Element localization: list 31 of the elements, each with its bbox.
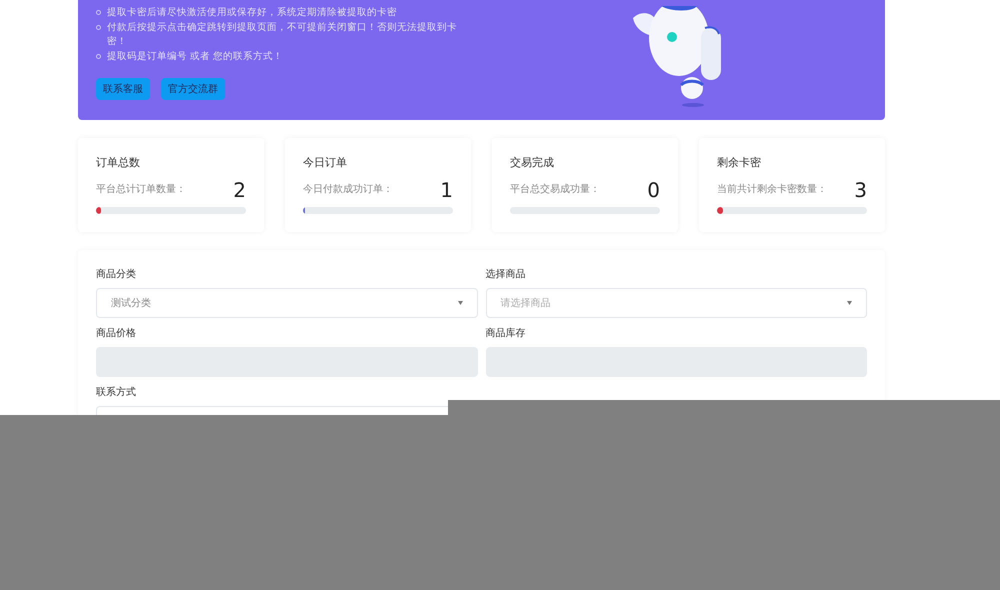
stat-value: 1 — [440, 178, 453, 202]
stat-value: 3 — [854, 178, 867, 202]
stat-value: 2 — [233, 178, 246, 202]
field-label: 选择商品 — [486, 268, 526, 282]
stat-title: 剩余卡密 — [717, 155, 762, 171]
select-field[interactable]: 请选择商品 — [486, 288, 867, 318]
field-label: 商品分类 — [96, 268, 137, 282]
notice-text: 提取码是订单编号 或者 您的联系方式！ — [107, 50, 284, 64]
select-value: 测试分类 — [111, 296, 151, 310]
bullet-icon — [96, 25, 101, 30]
select-value: 请选择商品 — [500, 296, 550, 310]
stat-caption: 平台总计订单数量： — [96, 182, 186, 197]
stat-caption: 平台总交易成功量： — [510, 182, 600, 197]
stat-caption: 当前共计剩余卡密数量： — [717, 182, 827, 197]
bullet-icon — [96, 54, 101, 59]
notice-text: 付款后按提示点击确定跳转到提取页面，不可提前关闭窗口！否则无法提取到卡密！ — [107, 21, 458, 49]
stat-title: 今日订单 — [303, 155, 348, 171]
field-label: 联系方式 — [96, 386, 137, 400]
stat-title: 订单总数 — [96, 155, 141, 171]
banner-button[interactable]: 官方交流群 — [161, 78, 225, 100]
banner-button[interactable]: 联系客服 — [96, 78, 150, 100]
stat-value: 0 — [647, 178, 660, 202]
bullet-icon — [96, 10, 101, 15]
stat-caption: 今日付款成功订单： — [303, 182, 393, 197]
select-field[interactable]: 测试分类 — [96, 288, 478, 318]
caret-icon — [458, 301, 462, 305]
field-label: 商品库存 — [486, 327, 526, 341]
notice-text: 提取卡密后请尽快激活使用或保存好，系统定期清除被提取的卡密 — [107, 6, 397, 20]
caret-icon — [847, 301, 852, 305]
field-label: 商品价格 — [96, 327, 137, 341]
stat-title: 交易完成 — [510, 155, 555, 171]
